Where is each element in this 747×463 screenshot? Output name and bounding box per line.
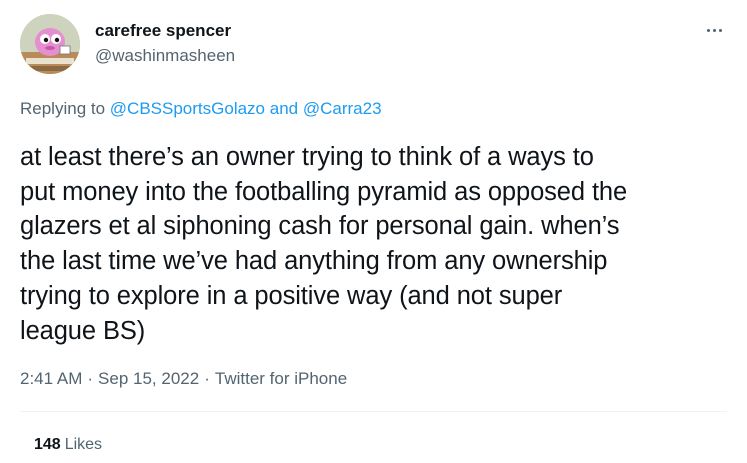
tweet-text: at least there’s an owner trying to thin… [20,143,628,345]
avatar[interactable] [20,14,80,74]
mention-link-carra23[interactable]: @Carra23 [303,99,382,118]
mention-conjunction[interactable]: and [270,99,298,118]
likes-link[interactable]: 148 Likes [34,435,102,455]
more-horizontal-icon[interactable] [699,18,729,42]
mention-link-cbssportsgolazo[interactable]: @CBSSportsGolazo [110,99,265,118]
replying-prefix: Replying to [20,99,106,118]
likes-count: 148 [34,436,61,453]
tweet-card: carefree spencer @washinmasheen Replying… [0,0,747,463]
divider [20,411,727,412]
tweet-date[interactable]: Sep 15, 2022 [98,369,199,388]
more-dot [706,28,710,32]
meta-separator: · [204,369,210,388]
more-dot [718,28,722,32]
tweet-source[interactable]: Twitter for iPhone [215,369,347,388]
tweet-meta: 2:41 AM · Sep 15, 2022 · Twitter for iPhone [20,368,347,390]
meta-separator: · [87,369,94,388]
author-handle[interactable]: @washinmasheen [95,46,235,66]
tweet-time[interactable]: 2:41 AM [20,369,82,388]
replying-to: Replying to @CBSSportsGolazo and @Carra2… [20,98,382,120]
author-name[interactable]: carefree spencer [95,21,231,41]
more-dot [712,28,716,32]
likes-label: Likes [64,436,103,453]
